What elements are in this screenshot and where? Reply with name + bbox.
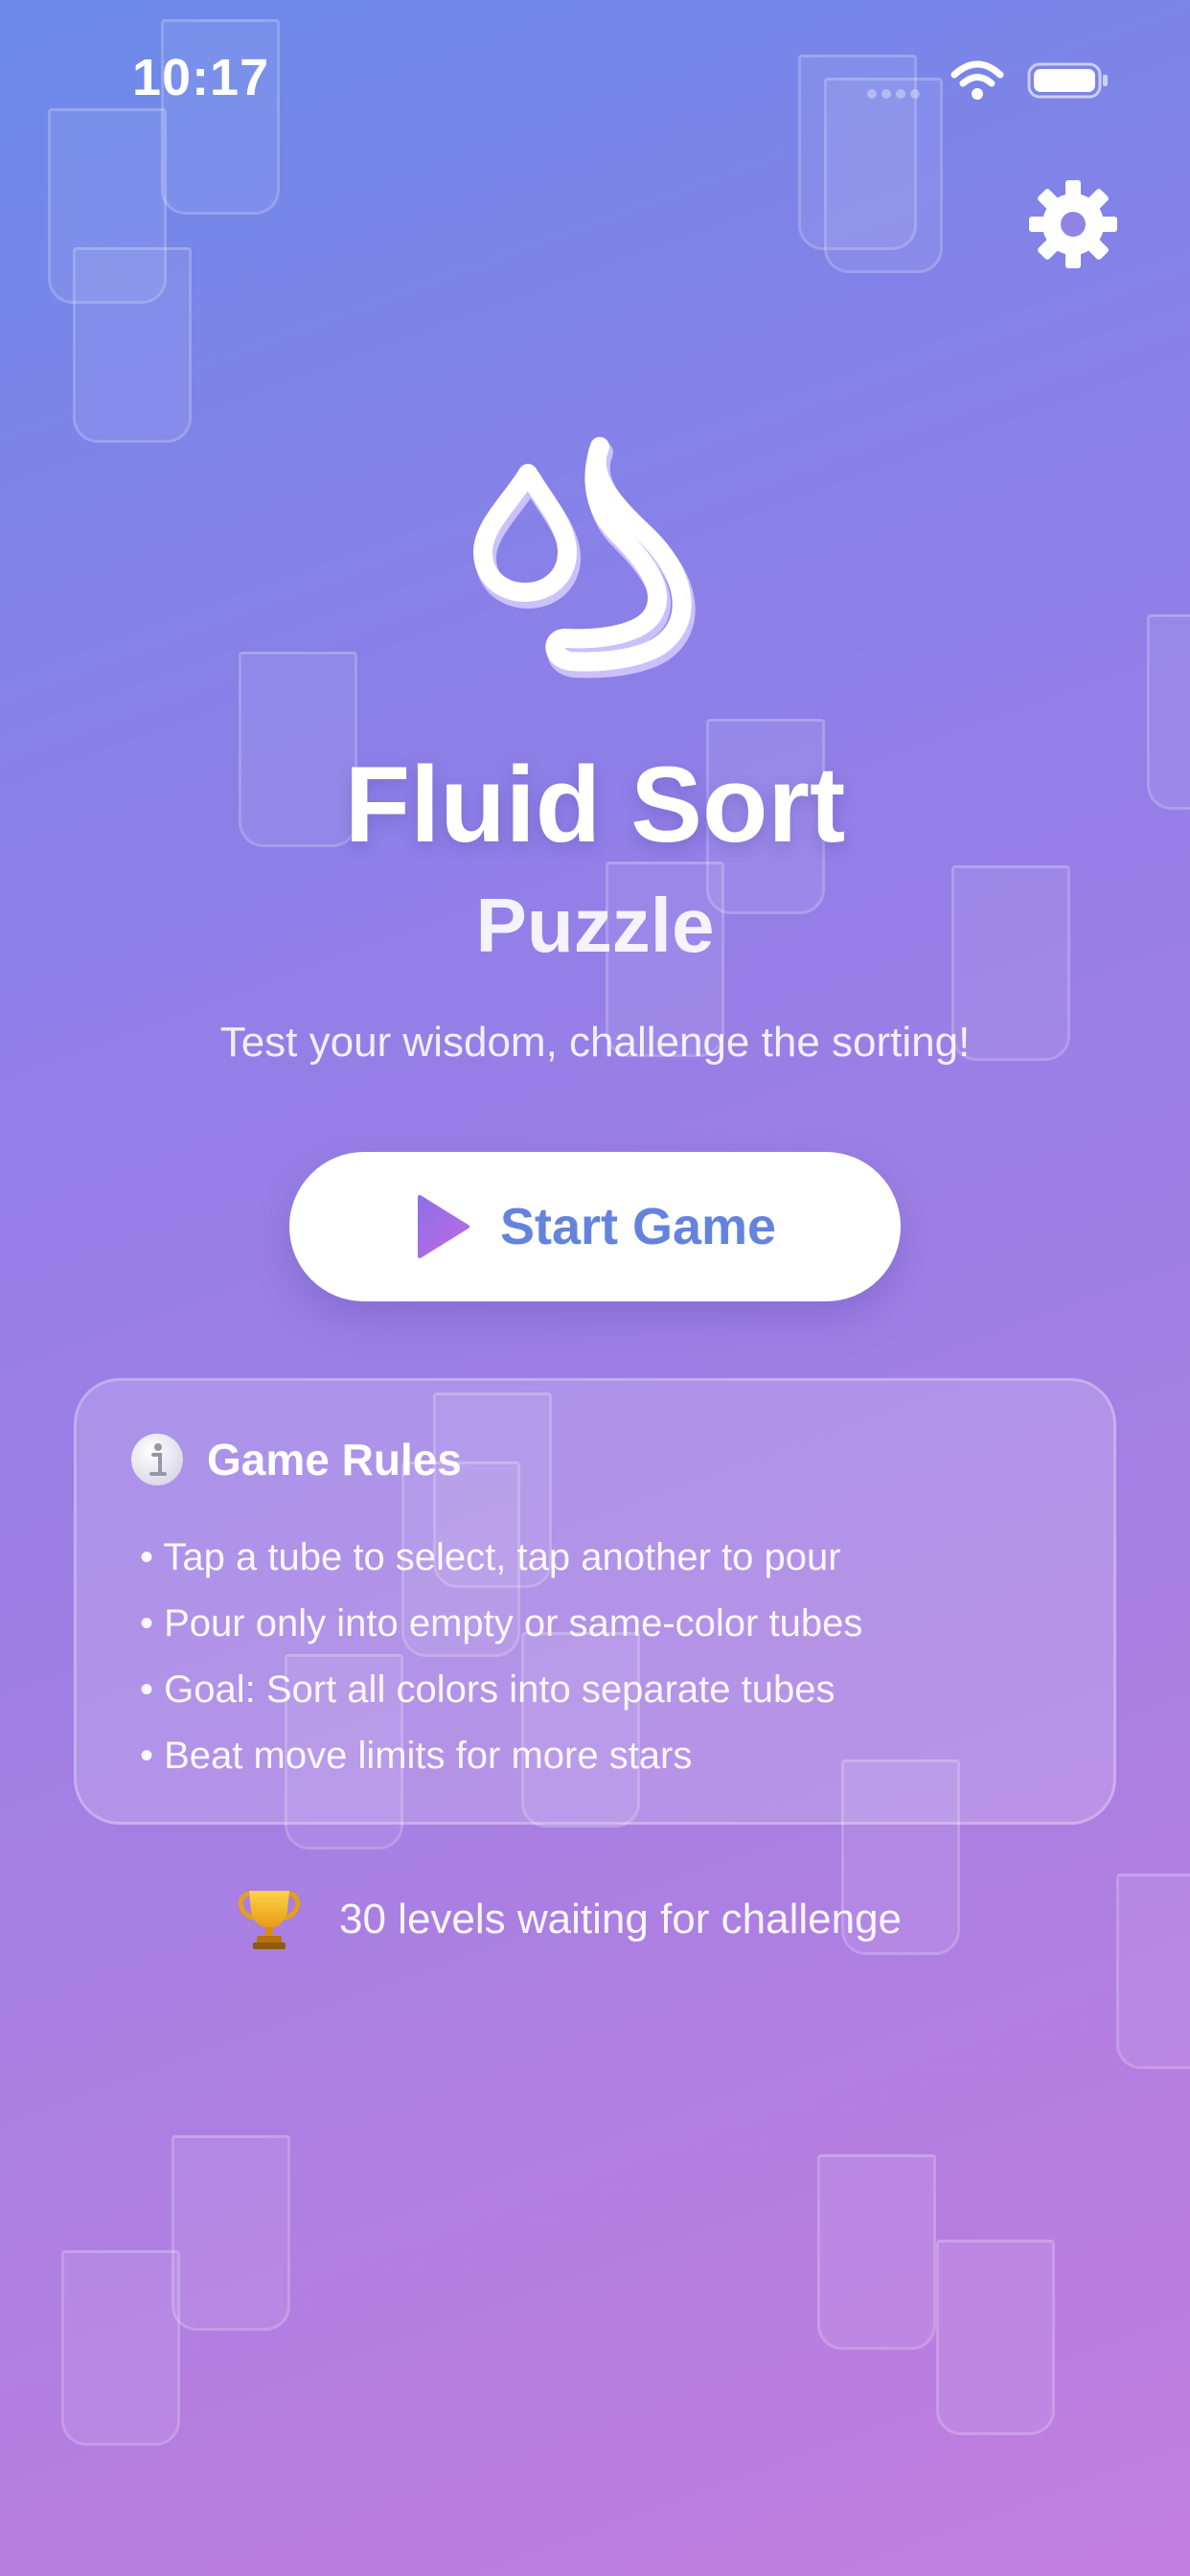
wifi-icon — [950, 60, 1004, 100]
signal-dots-icon — [867, 86, 934, 99]
background-tube-decoration — [936, 2240, 1055, 2435]
home-screen: 10:17 Fluid Sort Puzzle Test your wisdom… — [0, 0, 1190, 2576]
start-game-label: Start Game — [499, 1198, 777, 1255]
tagline: Test your wisdom, challenge the sorting! — [219, 1019, 971, 1066]
gear-icon[interactable] — [1025, 176, 1121, 272]
start-game-button[interactable]: Start Game — [289, 1152, 901, 1301]
app-title: Fluid Sort — [344, 745, 846, 864]
rule-item: • Goal: Sort all colors into separate tu… — [140, 1668, 835, 1711]
rule-item: • Beat move limits for more stars — [140, 1735, 693, 1777]
info-icon — [131, 1434, 183, 1485]
app-subtitle: Puzzle — [475, 883, 715, 968]
rules-title: Game Rules — [207, 1435, 462, 1484]
game-rules-card: Game Rules • Tap a tube to select, tap a… — [74, 1378, 1116, 1825]
rules-header: Game Rules — [130, 1431, 462, 1488]
battery-icon — [1027, 62, 1108, 99]
rule-item: • Tap a tube to select, tap another to p… — [140, 1536, 841, 1578]
levels-text: 30 levels waiting for challenge — [339, 1896, 903, 1943]
trophy-icon — [238, 1891, 301, 1949]
background-tube-decoration — [817, 2154, 936, 2350]
play-icon — [417, 1195, 469, 1258]
background-tube-decoration — [1116, 1874, 1190, 2069]
background-tube-decoration — [73, 247, 192, 443]
rule-item: • Pour only into empty or same-color tub… — [140, 1602, 863, 1644]
status-bar: 10:17 — [0, 0, 1190, 153]
levels-info: 30 levels waiting for challenge — [238, 1884, 902, 1955]
background-tube-decoration — [61, 2250, 180, 2446]
status-time: 10:17 — [132, 49, 270, 106]
droplets-icon — [473, 437, 696, 678]
rules-list: • Tap a tube to select, tap another to p… — [140, 1525, 862, 1789]
background-tube-decoration — [172, 2135, 290, 2331]
